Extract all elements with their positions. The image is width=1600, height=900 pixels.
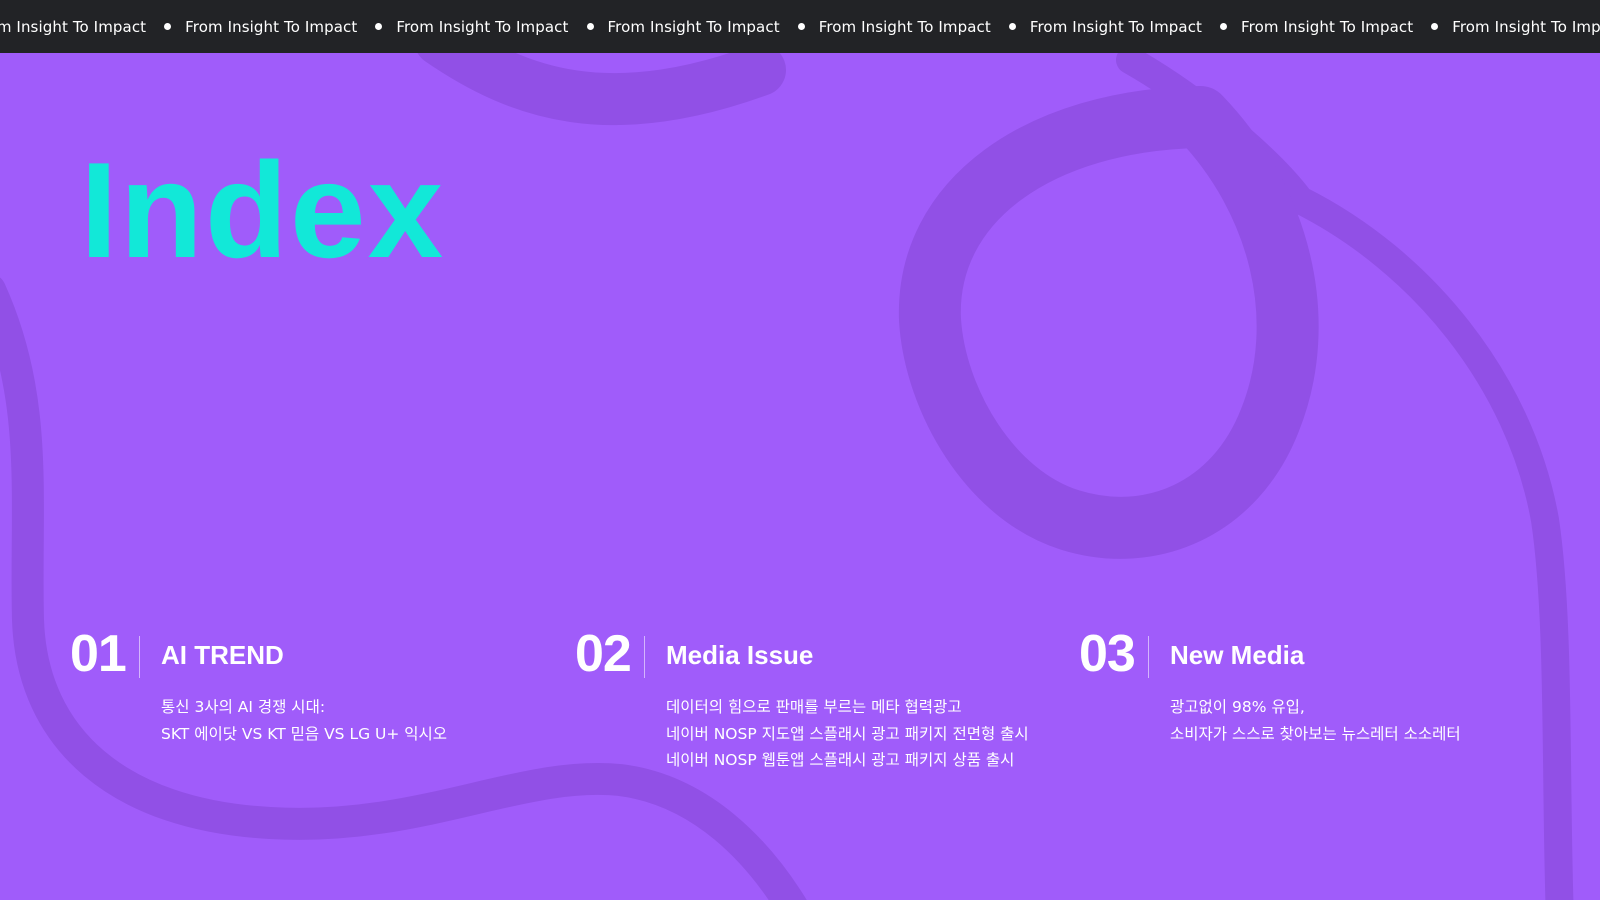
description-line: 네이버 NOSP 웹툰앱 스플래시 광고 패키지 상품 출시 <box>666 751 1015 769</box>
ticker-text: From Insight To Impact <box>185 17 358 36</box>
bullet-dot-icon <box>1220 23 1228 30</box>
section-number: 03 <box>1079 625 1136 683</box>
ticker-item: From Insight To Impact <box>0 18 146 36</box>
ticker-text: From Insight To Impact <box>818 17 991 36</box>
ticker-text: From Insight To Impact <box>607 17 780 36</box>
section-heading: New Media <box>1170 640 1305 670</box>
section-divider <box>139 636 140 678</box>
ticker-item: From Insight To Impact <box>1241 18 1413 36</box>
index-page: From Insight To Impact From Insight To Im… <box>0 0 1600 900</box>
description-line: 네이버 NOSP 지도앱 스플래시 광고 패키지 전면형 출시 <box>666 724 1029 743</box>
description-line: 광고없이 98% 유입, <box>1170 698 1305 716</box>
ticker-text: From Insight To Impact <box>1241 17 1414 36</box>
bullet-dot-icon <box>164 23 172 30</box>
section-description: 광고없이 98% 유입, 소비자가 스스로 찾아보는 뉴스레터 소소레터 <box>1170 694 1461 747</box>
section-heading: AI TREND <box>161 640 284 670</box>
page-title: Index <box>80 134 446 286</box>
bullet-dot-icon <box>1008 23 1016 30</box>
index-sections: 01 AI TREND 통신 3사의 AI 경쟁 시대: SKT 에이닷 VS … <box>70 628 1530 788</box>
section-media-issue[interactable]: 02 Media Issue 데이터의 힘으로 판매를 부르는 메타 협력광고 … <box>575 628 1055 788</box>
section-ai-trend[interactable]: 01 AI TREND 통신 3사의 AI 경쟁 시대: SKT 에이닷 VS … <box>70 628 550 788</box>
section-divider <box>644 636 645 678</box>
section-divider <box>1148 636 1149 678</box>
description-line: 소비자가 스스로 찾아보는 뉴스레터 소소레터 <box>1170 724 1461 743</box>
section-new-media[interactable]: 03 New Media 광고없이 98% 유입, 소비자가 스스로 찾아보는 … <box>1079 628 1559 788</box>
section-description: 통신 3사의 AI 경쟁 시대: SKT 에이닷 VS KT 믿음 VS LG … <box>161 694 447 747</box>
description-line: 데이터의 힘으로 판매를 부르는 메타 협력광고 <box>666 698 962 716</box>
ticker-text: From Insight To Impact <box>0 17 147 36</box>
ticker-text: From Insight To Impact <box>1452 17 1600 36</box>
bullet-dot-icon <box>586 23 594 30</box>
bullet-dot-icon <box>1431 23 1439 30</box>
ticker-bar: From Insight To Impact From Insight To Im… <box>0 0 1600 53</box>
ticker-item: From Insight To Impact <box>1452 18 1600 36</box>
bullet-dot-icon <box>375 23 383 30</box>
bullet-dot-icon <box>797 23 805 30</box>
ticker-item: From Insight To Impact <box>185 18 357 36</box>
ticker-text: From Insight To Impact <box>396 17 569 36</box>
description-line: SKT 에이닷 VS KT 믿음 VS LG U+ 익시오 <box>161 724 448 743</box>
ticker-track: From Insight To Impact From Insight To Im… <box>0 0 1600 53</box>
section-description: 데이터의 힘으로 판매를 부르는 메타 협력광고 네이버 NOSP 지도앱 스플… <box>666 694 1029 774</box>
ticker-item: From Insight To Impact <box>1030 18 1202 36</box>
section-heading: Media Issue <box>666 640 814 670</box>
ticker-item: From Insight To Impact <box>396 18 568 36</box>
section-number: 02 <box>575 625 632 683</box>
ticker-text: From Insight To Impact <box>1029 17 1203 36</box>
description-line: 통신 3사의 AI 경쟁 시대: <box>161 698 326 716</box>
ticker-item: From Insight To Impact <box>608 18 780 36</box>
section-number: 01 <box>70 625 127 683</box>
ticker-item: From Insight To Impact <box>819 18 991 36</box>
